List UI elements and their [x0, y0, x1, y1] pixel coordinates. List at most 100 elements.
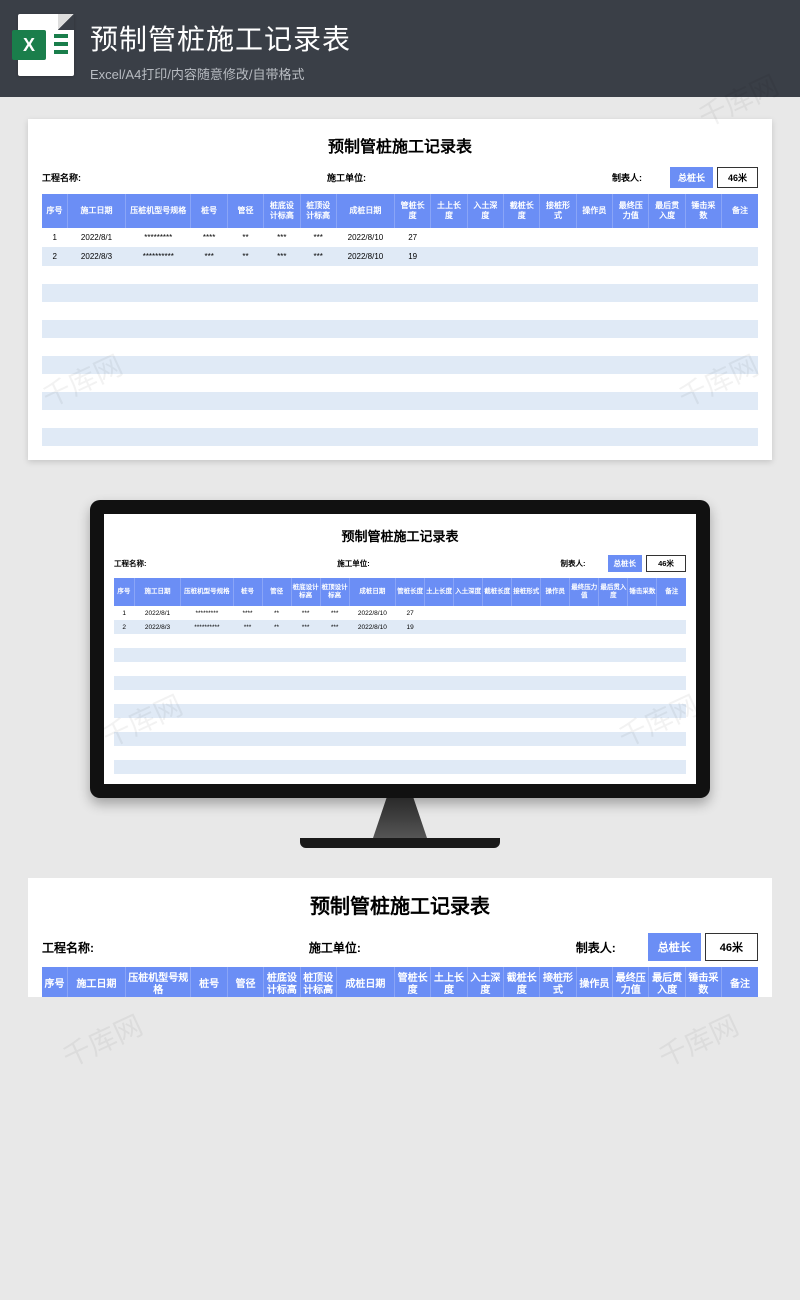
table-cell — [349, 676, 395, 690]
table-cell — [541, 760, 570, 774]
table-cell — [540, 302, 576, 320]
table-cell — [227, 320, 263, 338]
table-cell — [395, 410, 431, 428]
table-cell — [540, 410, 576, 428]
table-cell — [599, 634, 628, 648]
table-cell — [336, 410, 394, 428]
table-cell — [431, 374, 467, 392]
table-cell — [67, 356, 125, 374]
table-cell — [467, 392, 503, 410]
table-cell — [504, 356, 540, 374]
table-cell — [262, 662, 291, 676]
table-cell — [67, 428, 125, 446]
table-cell — [657, 620, 686, 634]
table-cell: 2022/8/1 — [67, 228, 125, 247]
table-cell — [512, 620, 541, 634]
table-cell — [685, 302, 721, 320]
table-cell — [114, 662, 134, 676]
table-cell — [722, 428, 758, 446]
table-row — [114, 690, 686, 704]
table-cell — [576, 284, 612, 302]
author-label: 制表人: — [561, 558, 586, 569]
table-cell — [722, 228, 758, 247]
table-cell — [628, 662, 657, 676]
table-cell — [300, 410, 336, 428]
table-cell — [454, 746, 483, 760]
table-cell — [181, 662, 233, 676]
table-cell — [67, 266, 125, 284]
column-header: 锤击采数 — [685, 194, 721, 228]
table-cell — [628, 690, 657, 704]
table-cell — [504, 320, 540, 338]
table-cell — [431, 410, 467, 428]
table-cell — [181, 718, 233, 732]
column-header: 操作员 — [576, 967, 612, 997]
column-header: 施工日期 — [67, 194, 125, 228]
monitor-mockup: 预制管桩施工记录表 工程名称: 施工单位: 制表人: 总桩长 46米 序号施工日… — [0, 500, 800, 848]
total-length-badge: 总桩长 — [608, 555, 643, 572]
table-cell — [425, 662, 454, 676]
table-cell — [570, 746, 599, 760]
table-cell — [599, 606, 628, 620]
table-cell — [42, 302, 67, 320]
table-cell — [395, 428, 431, 446]
table-cell — [191, 356, 227, 374]
table-cell — [685, 266, 721, 284]
table-cell — [191, 410, 227, 428]
table-cell — [649, 392, 685, 410]
table-cell — [191, 302, 227, 320]
table-cell — [320, 662, 349, 676]
author-label: 制表人: — [576, 939, 616, 956]
table-cell — [599, 746, 628, 760]
table-cell: 1 — [42, 228, 67, 247]
table-cell — [540, 428, 576, 446]
table-cell: 2022/8/3 — [134, 620, 180, 634]
table-cell: *** — [320, 606, 349, 620]
table-cell: 2 — [114, 620, 134, 634]
column-header: 最后贯入度 — [649, 194, 685, 228]
table-cell — [114, 634, 134, 648]
table-cell — [262, 690, 291, 704]
table-cell — [613, 302, 649, 320]
table-cell: ********** — [126, 247, 191, 266]
table-cell — [191, 374, 227, 392]
column-header: 桩底设计标高 — [291, 578, 320, 606]
table-cell — [191, 266, 227, 284]
column-header: 最后贯入度 — [649, 967, 685, 997]
table-cell — [722, 320, 758, 338]
table-cell — [613, 374, 649, 392]
table-row — [42, 266, 758, 284]
table-cell — [613, 247, 649, 266]
table-row — [42, 302, 758, 320]
table-cell — [181, 760, 233, 774]
table-cell — [599, 690, 628, 704]
table-cell — [722, 284, 758, 302]
table-cell — [126, 338, 191, 356]
table-cell — [320, 732, 349, 746]
table-cell — [233, 634, 262, 648]
table-row — [42, 428, 758, 446]
column-header: 成桩日期 — [349, 578, 395, 606]
table-cell — [396, 718, 425, 732]
table-cell — [126, 284, 191, 302]
table-cell: ** — [227, 247, 263, 266]
table-cell — [541, 676, 570, 690]
column-header: 最终压力值 — [613, 967, 649, 997]
table-cell — [657, 732, 686, 746]
table-cell — [336, 392, 394, 410]
table-cell — [42, 266, 67, 284]
table-cell — [262, 634, 291, 648]
table-cell — [349, 704, 395, 718]
table-cell — [191, 338, 227, 356]
table-cell — [722, 302, 758, 320]
column-header: 桩号 — [191, 194, 227, 228]
table-row: 22022/8/3*********************2022/8/101… — [42, 247, 758, 266]
page-title: 预制管桩施工记录表 — [90, 18, 778, 58]
table-cell — [722, 356, 758, 374]
column-header: 土上长度 — [431, 194, 467, 228]
table-cell — [134, 662, 180, 676]
template-preview-cropped: 预制管桩施工记录表 工程名称: 施工单位: 制表人: 总桩长 46米 序号施工日… — [28, 878, 772, 997]
watermark: 千库网 — [651, 1004, 744, 1076]
table-cell — [349, 648, 395, 662]
table-cell: *** — [264, 228, 300, 247]
